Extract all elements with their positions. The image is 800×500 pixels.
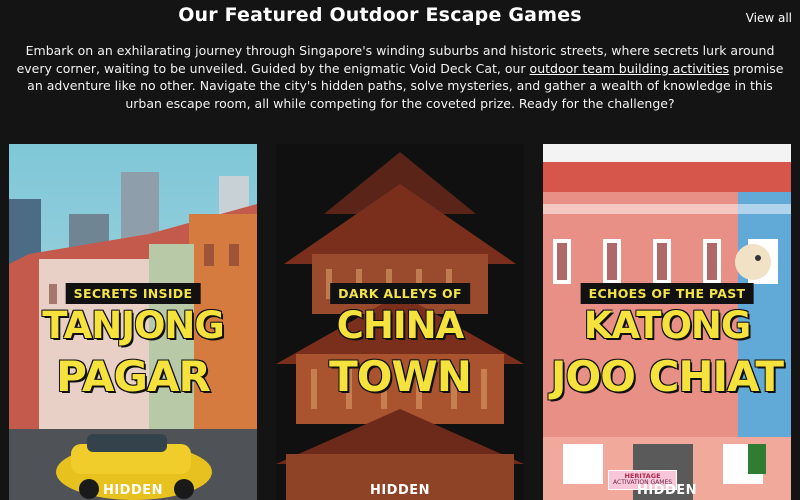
game-card-katong-joo-chiat[interactable]: ECHOES OF THE PAST KATONG JOO CHIAT HERI… — [543, 144, 791, 500]
intro-paragraph: Embark on an exhilarating journey throug… — [10, 42, 790, 112]
card-title-line-1: CHINA — [336, 304, 465, 347]
outdoor-team-building-link[interactable]: outdoor team building activities — [530, 61, 730, 76]
view-all-link[interactable]: View all — [746, 11, 792, 25]
section-title: Our Featured Outdoor Escape Games — [178, 4, 582, 26]
games-grid: SECRETS INSIDE TANJONG PAGAR HIDDEN DARK… — [0, 144, 800, 500]
card-title-line-2: PAGAR — [56, 352, 211, 401]
card-title-line-1: KATONG — [583, 304, 751, 347]
hidden-logo: HIDDEN — [102, 483, 164, 498]
card-tagline: ECHOES OF THE PAST — [580, 283, 754, 304]
card-tagline: DARK ALLEYS OF — [330, 283, 470, 304]
section-header: Our Featured Outdoor Escape Games View a… — [0, 0, 800, 36]
game-card-tanjong-pagar[interactable]: SECRETS INSIDE TANJONG PAGAR HIDDEN — [9, 144, 257, 500]
card-title-line-1: TANJONG — [42, 304, 225, 347]
card-tagline: SECRETS INSIDE — [65, 283, 201, 304]
hidden-logo: HIDDEN — [369, 483, 431, 498]
game-card-china-town[interactable]: DARK ALLEYS OF CHINA TOWN HIDDEN — [276, 144, 524, 500]
card-title-line-2: TOWN — [329, 352, 472, 401]
card-title-line-2: JOO CHIAT — [550, 352, 784, 401]
hidden-logo: HIDDEN — [636, 483, 698, 498]
